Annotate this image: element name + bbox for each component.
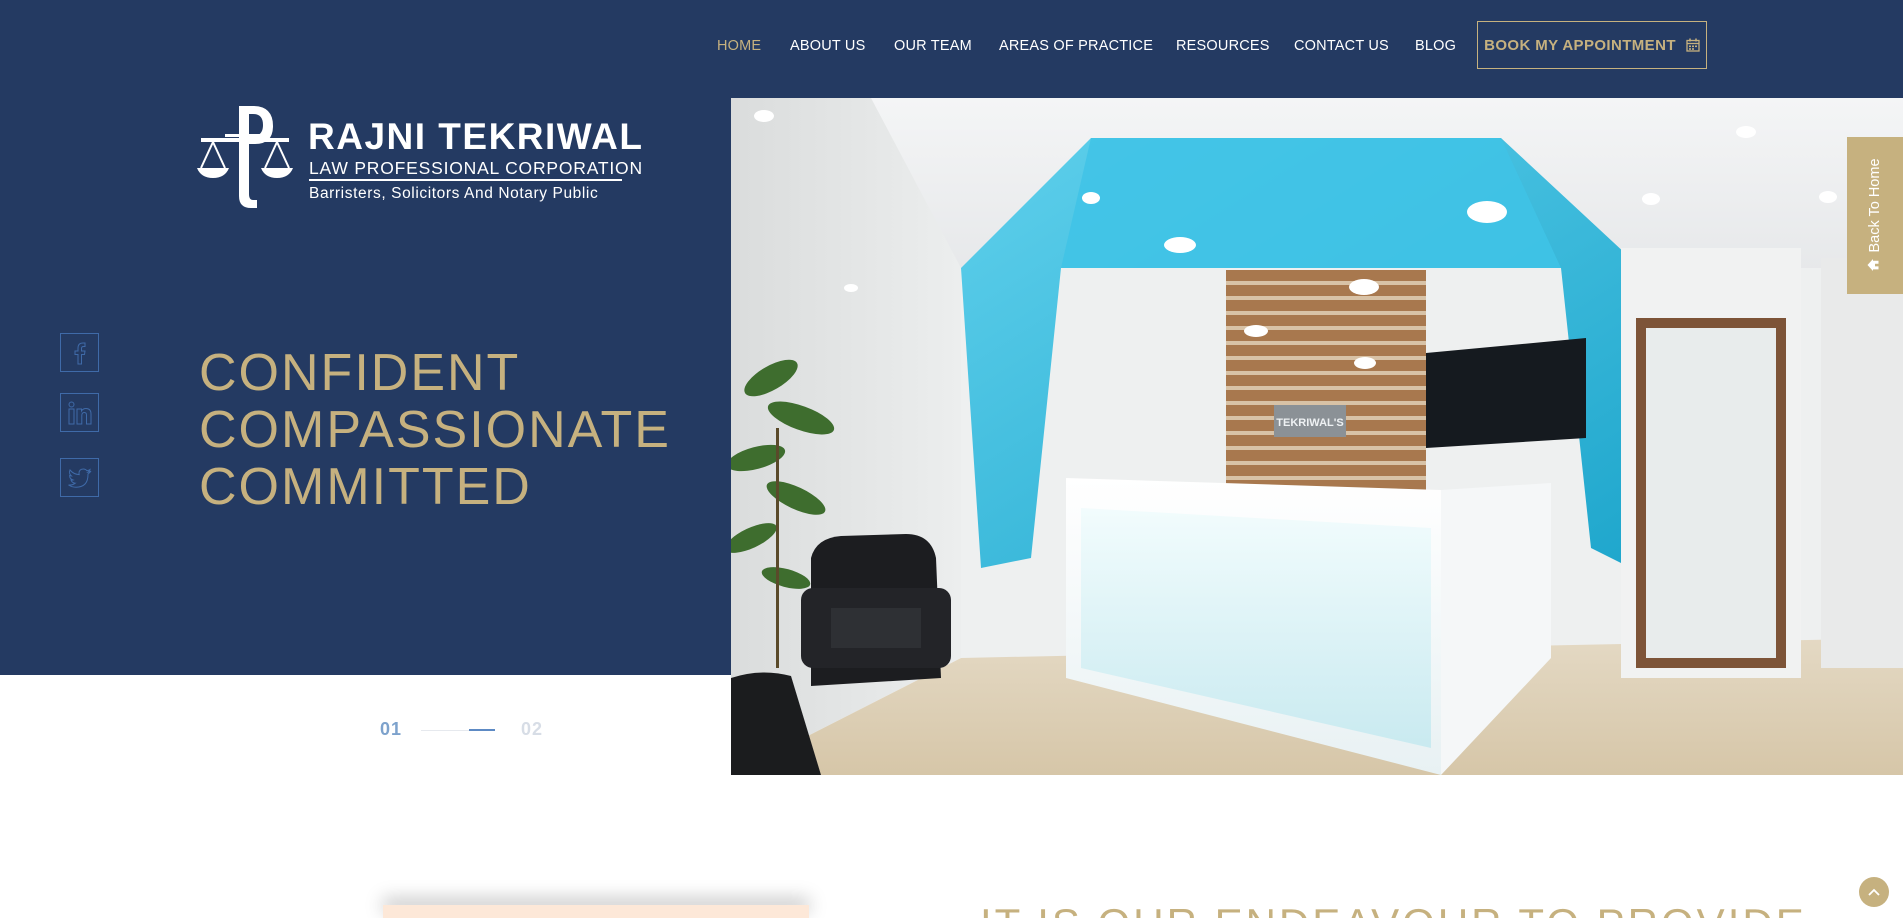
facebook-link[interactable] [60,333,99,372]
nav-our-team[interactable]: OUR TEAM [894,38,972,54]
book-appointment-button[interactable]: BOOK MY APPOINTMENT [1477,21,1707,69]
headline-line-1: CONFIDENT [199,344,521,402]
calendar-icon [1686,38,1700,52]
slide-01-button[interactable]: 01 [380,719,402,740]
nav-contact-us[interactable]: CONTACT US [1294,38,1389,54]
section-heading: IT IS OUR ENDEAVOUR TO PROVIDE [980,900,1807,918]
logo-divider [309,179,622,181]
scroll-to-top-button[interactable] [1859,877,1889,907]
headline-line-3: COMMITTED [199,458,532,516]
linkedin-link[interactable] [60,393,99,432]
nav-about-us[interactable]: ABOUT US [790,38,865,54]
back-to-home-button[interactable]: Back To Home [1847,137,1903,294]
slide-02-button[interactable]: 02 [521,719,543,740]
twitter-icon [67,467,91,488]
hero-headline: CONFIDENT COMPASSIONATE COMMITTED [199,345,671,516]
slide-progress-bar [469,729,495,731]
linkedin-icon [68,401,91,424]
logo-subtitle: LAW PROFESSIONAL CORPORATION [309,158,643,178]
logo-tagline: Barristers, Solicitors And Notary Public [309,185,599,202]
intro-card [383,905,809,918]
nav-areas-of-practice[interactable]: AREAS OF PRACTICE [999,38,1153,54]
office-sign-text: TEKRIWAL'S [1276,417,1343,429]
headline-line-2: COMPASSIONATE [199,401,671,459]
scales-of-justice-icon [197,106,293,208]
twitter-link[interactable] [60,458,99,497]
office-reception-photo: TEKRIWAL'S [731,98,1903,775]
site-logo[interactable]: RAJNI TEKRIWAL LAW PROFESSIONAL CORPORAT… [195,104,642,214]
nav-resources[interactable]: RESOURCES [1176,38,1270,54]
chevron-up-icon [1868,888,1880,896]
home-icon [1867,259,1883,272]
logo-title: RAJNI TEKRIWAL [308,116,644,157]
book-appointment-label: BOOK MY APPOINTMENT [1484,36,1676,54]
nav-home[interactable]: HOME [717,38,761,54]
nav-blog[interactable]: BLOG [1415,38,1456,54]
facebook-icon [74,342,86,364]
back-to-home-label: Back To Home [1867,158,1883,253]
main-nav: HOME ABOUT US OUR TEAM AREAS OF PRACTICE… [0,0,1903,92]
